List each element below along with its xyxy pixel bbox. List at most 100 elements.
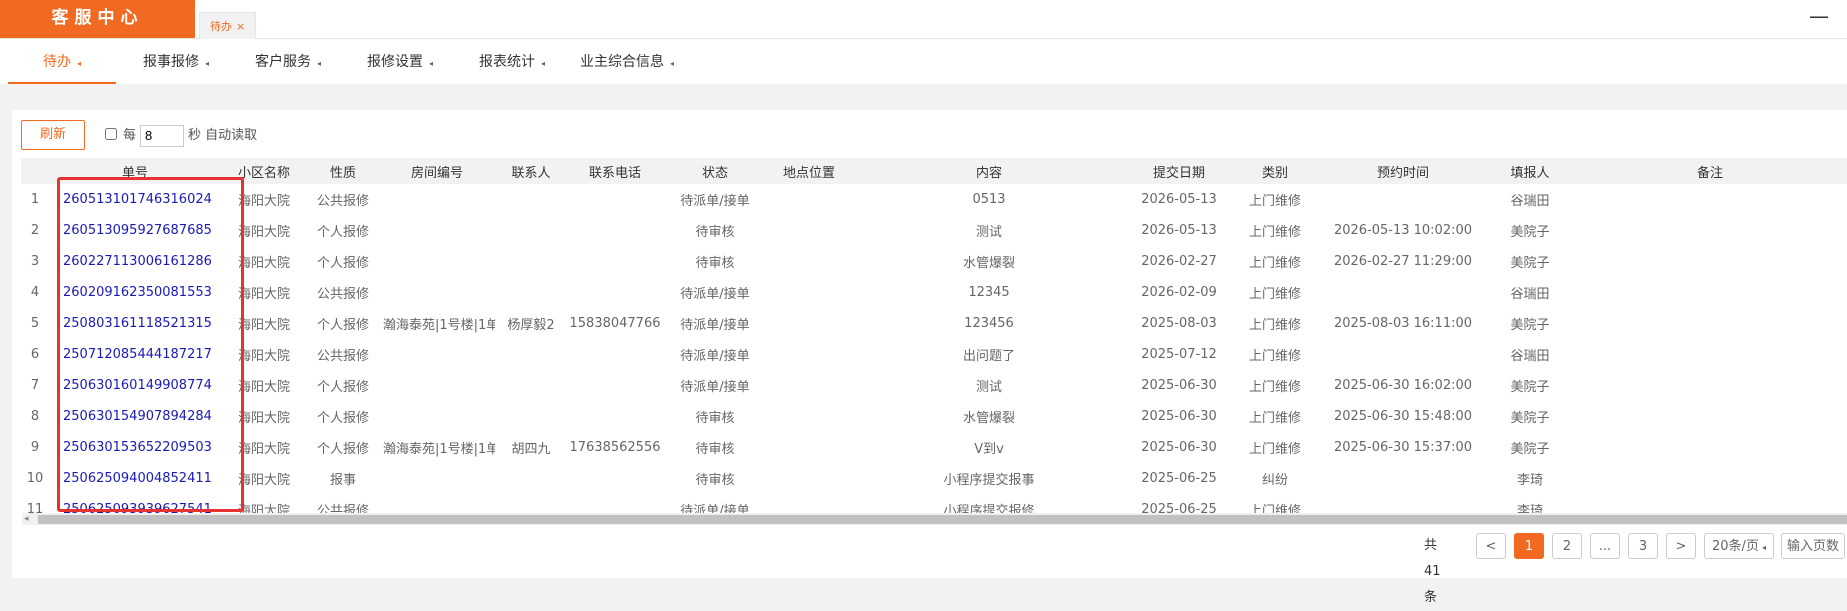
horizontal-scrollbar[interactable]: ◂ — [22, 513, 1847, 525]
interval-input[interactable] — [140, 124, 185, 147]
table-row[interactable]: 1 260513101746316024 海阳大院 公共报修 待派单/接单 0513 202… — [21, 184, 1847, 215]
table-cell — [495, 370, 567, 401]
table-cell — [1573, 432, 1847, 463]
nav-tab-label: 客户服务 — [254, 54, 311, 70]
table-cell: 水管爆裂 — [962, 411, 1015, 426]
order-number-link[interactable]: 250630154907894284 — [49, 401, 221, 432]
table-cell: 上门维修 — [1248, 349, 1301, 364]
table-cell: 小程序提交报事 — [943, 473, 1035, 488]
table-cell: 6 — [30, 347, 40, 362]
open-tab-label: 待办 — [210, 20, 232, 33]
goto-page-input[interactable]: 输入页数 — [1781, 533, 1845, 559]
table-cell: 公共报修 — [316, 287, 369, 302]
column-header: 预约时间 — [1319, 158, 1487, 184]
table-cell: 2026-02-27 — [1141, 254, 1217, 269]
table-cell: 海阳大院 — [237, 380, 290, 395]
page-size-value: 20条/页 — [1712, 539, 1759, 554]
auto-refresh-control: 每 秒 自动读取 — [105, 124, 257, 147]
page-ellipsis[interactable]: ... — [1590, 533, 1620, 559]
order-number-link[interactable]: 260513101746316024 — [49, 184, 221, 215]
nav-tab-label: 报表统计 — [478, 54, 535, 70]
auto-refresh-checkbox[interactable] — [105, 128, 117, 140]
table-cell — [767, 246, 851, 277]
table-row[interactable]: 7 250630160149908774 海阳大院 个人报修 待派单/接单 测试 2025-… — [21, 370, 1847, 401]
open-tab-todo[interactable]: 待办 × — [199, 12, 257, 39]
order-number-link[interactable]: 250630160149908774 — [49, 370, 221, 401]
table-cell: 个人报修 — [316, 225, 369, 240]
table-cell — [1573, 308, 1847, 339]
caret-left-icon: ◂ — [76, 59, 81, 68]
order-number-link[interactable]: 250625094004852411 — [49, 463, 221, 494]
table-row[interactable]: 9 250630153652209503 海阳大院 个人报修瀚海泰苑|1号楼|1单元|… — [21, 432, 1847, 463]
seconds-label: 秒 自动读取 — [188, 128, 258, 143]
table-row[interactable]: 5 250803161118521315 海阳大院 个人报修瀚海泰苑|1号楼|1单元|… — [21, 308, 1847, 339]
table-row[interactable]: 3 260227113006161286 海阳大院 个人报修 待审核 水管爆裂 2026-0… — [21, 246, 1847, 277]
table-cell: 待派单/接单 — [680, 194, 750, 209]
table-cell: 纠纷 — [1261, 473, 1288, 488]
close-tab-icon[interactable]: × — [236, 20, 245, 33]
table-cell: 美院子 — [1510, 318, 1550, 333]
table-cell: 待审核 — [695, 411, 735, 426]
table-cell: 胡四九 — [511, 442, 551, 457]
table-cell: 10 — [26, 471, 44, 486]
table-cell: 上门维修 — [1248, 194, 1301, 209]
table-cell: V到v — [974, 442, 1004, 457]
table-row[interactable]: 10 250625094004852411 海阳大院 报事 待审核 小程序提交报事 2025… — [21, 463, 1847, 494]
table-cell — [567, 246, 663, 277]
table-cell — [379, 370, 495, 401]
order-number-link[interactable]: 260513095927687685 — [49, 215, 221, 246]
scrollbar-thumb[interactable] — [38, 515, 1847, 524]
table-cell — [767, 215, 851, 246]
nav-tab-customer-service[interactable]: 客户服务 ◂ — [240, 39, 336, 84]
table-body: 1 260513101746316024 海阳大院 公共报修 待派单/接单 0513 202… — [21, 184, 1847, 525]
next-page-button[interactable]: > — [1666, 533, 1696, 559]
prev-page-button[interactable]: < — [1476, 533, 1506, 559]
caret-left-icon: ◂ — [669, 59, 674, 68]
column-header: 内容 — [851, 158, 1127, 184]
nav-tab-owner-info[interactable]: 业主综合信息 ◂ — [570, 39, 684, 84]
table-row[interactable]: 2 260513095927687685 海阳大院 个人报修 待审核 测试 2026-05-… — [21, 215, 1847, 246]
table-row[interactable]: 8 250630154907894284 海阳大院 个人报修 待审核 水管爆裂 2025-0… — [21, 401, 1847, 432]
refresh-button[interactable]: 刷新 — [21, 120, 85, 150]
table-cell: 海阳大院 — [237, 318, 290, 333]
top-bar: 客服中心 待办 × — — [0, 0, 1847, 39]
table-cell — [567, 339, 663, 370]
nav-tab-label: 报修设置 — [366, 54, 423, 70]
nav-tab-repair[interactable]: 报事报修 ◂ — [128, 39, 224, 84]
page-1-button[interactable]: 1 — [1514, 533, 1544, 559]
nav-tab-repair-settings[interactable]: 报修设置 ◂ — [352, 39, 448, 84]
table-cell: 报事 — [329, 473, 356, 488]
table-cell: 海阳大院 — [237, 442, 290, 457]
nav-tab-todo[interactable]: 待办 ◂ — [8, 39, 116, 84]
page-size-select[interactable]: 20条/页 ◂ — [1704, 533, 1774, 559]
table-cell: 2025-06-30 — [1141, 409, 1217, 424]
table-cell: 0513 — [972, 192, 1006, 207]
table-row[interactable]: 4 260209162350081553 海阳大院 公共报修 待派单/接单 12345 20… — [21, 277, 1847, 308]
order-number-link[interactable]: 250803161118521315 — [49, 308, 221, 339]
order-number-link[interactable]: 260227113006161286 — [49, 246, 221, 277]
table-cell: 待派单/接单 — [680, 349, 750, 364]
table-cell — [1573, 277, 1847, 308]
table-cell — [379, 215, 495, 246]
table-cell: 上门维修 — [1248, 411, 1301, 426]
table-cell: 李琦 — [1516, 473, 1543, 488]
column-header: 提交日期 — [1127, 158, 1231, 184]
table-cell: 2025-06-30 16:02:00 — [1333, 378, 1473, 393]
page-2-button[interactable]: 2 — [1552, 533, 1582, 559]
table-row[interactable]: 6 250712085444187217 海阳大院 公共报修 待派单/接单 出问题了 202… — [21, 339, 1847, 370]
minimize-icon[interactable]: — — [1809, 4, 1829, 28]
table-cell: 2025-06-30 15:48:00 — [1333, 409, 1473, 424]
order-number-link[interactable]: 260209162350081553 — [49, 277, 221, 308]
column-header: 小区名称 — [221, 158, 307, 184]
page-3-button[interactable]: 3 — [1628, 533, 1658, 559]
order-number-link[interactable]: 250630153652209503 — [49, 432, 221, 463]
table-cell: 待审核 — [695, 225, 735, 240]
main-nav: 待办 ◂ 报事报修 ◂ 客户服务 ◂ 报修设置 ◂ 报表统计 ◂ 业主综合信息 ◂ — [0, 39, 1847, 84]
total-count: 共41条 — [1424, 538, 1441, 605]
table-cell: 海阳大院 — [237, 349, 290, 364]
order-number-link[interactable]: 250712085444187217 — [49, 339, 221, 370]
nav-tab-reports[interactable]: 报表统计 ◂ — [464, 39, 560, 84]
scroll-left-icon[interactable]: ◂ — [24, 513, 29, 525]
table-cell — [1319, 184, 1487, 215]
column-header — [21, 158, 49, 184]
